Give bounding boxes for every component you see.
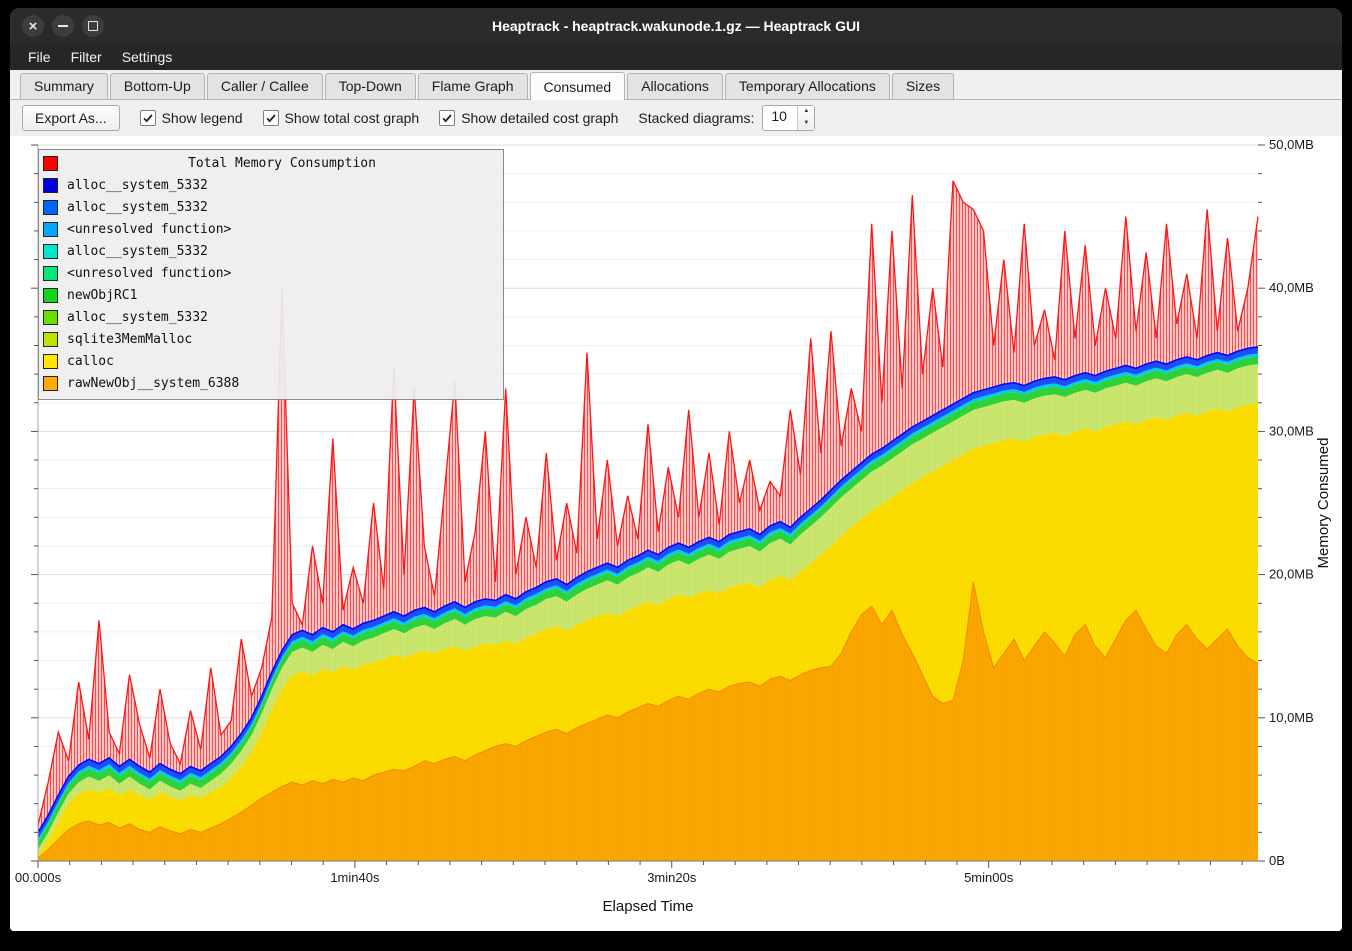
export-as-button[interactable]: Export As... [22, 105, 120, 131]
legend-item: alloc__system_5332 [43, 240, 497, 262]
x-tick-label: 00.000s [15, 870, 62, 885]
legend-item: <unresolved function> [43, 218, 497, 240]
legend-label: sqlite3MemMalloc [67, 332, 192, 347]
maximize-button[interactable] [82, 15, 104, 37]
legend-swatch-icon [43, 156, 58, 171]
legend-label: newObjRC1 [67, 288, 137, 303]
legend-item: calloc [43, 350, 497, 372]
minimize-icon [58, 25, 68, 27]
tab-allocations[interactable]: Allocations [627, 73, 723, 99]
checkbox-label: Show detailed cost graph [461, 110, 618, 126]
legend-label: alloc__system_5332 [67, 200, 208, 215]
tab-caller-callee[interactable]: Caller / Callee [207, 73, 323, 99]
legend-label: alloc__system_5332 [67, 244, 208, 259]
legend-swatch-icon [43, 244, 58, 259]
stacked-diagrams-spinbox[interactable]: 10 ▲ ▼ [762, 105, 815, 131]
legend-swatch-icon [43, 310, 58, 325]
legend-label: calloc [67, 354, 114, 369]
chart-legend: Total Memory Consumption alloc__system_53… [38, 149, 504, 400]
menu-settings[interactable]: Settings [112, 45, 183, 69]
legend-swatch-icon [43, 354, 58, 369]
legend-item: newObjRC1 [43, 284, 497, 306]
legend-swatch-icon [43, 222, 58, 237]
y-axis-title: Memory Consumed [1315, 438, 1332, 569]
x-tick-label: 3min20s [647, 870, 697, 885]
heaptrack-window: × Heaptrack - heaptrack.wakunode.1.gz — … [10, 8, 1342, 931]
legend-item: <unresolved function> [43, 262, 497, 284]
consumed-chart[interactable]: 00.000s 1min40s 3min20s 5min00s 0B 10,0MB 20,0… [10, 136, 1342, 931]
tab-consumed[interactable]: Consumed [530, 72, 626, 100]
x-tick-label: 5min00s [964, 870, 1014, 885]
legend-item: alloc__system_5332 [43, 174, 497, 196]
tab-flame-graph[interactable]: Flame Graph [418, 73, 528, 99]
legend-swatch-icon [43, 332, 58, 347]
checkbox-label: Show total cost graph [285, 110, 420, 126]
legend-item: alloc__system_5332 [43, 196, 497, 218]
menu-filter[interactable]: Filter [61, 45, 112, 69]
menu-bar: FileFilterSettings [10, 44, 1342, 70]
checkbox-box[interactable] [140, 110, 156, 126]
spin-up-button[interactable]: ▲ [798, 106, 814, 118]
spin-down-button[interactable]: ▼ [798, 118, 814, 130]
legend-item: sqlite3MemMalloc [43, 328, 497, 350]
y-tick-label: 10,0MB [1269, 710, 1314, 725]
checkbox-box[interactable] [263, 110, 279, 126]
toolbar-checkboxes: Show legend Show total cost graph Show det… [140, 110, 619, 126]
legend-item: rawNewObj__system_6388 [43, 372, 497, 394]
checkbox-label: Show legend [162, 110, 243, 126]
legend-title-row: Total Memory Consumption [43, 152, 497, 174]
menu-file[interactable]: File [18, 45, 61, 69]
legend-swatch-icon [43, 200, 58, 215]
legend-label: alloc__system_5332 [67, 178, 208, 193]
titlebar: × Heaptrack - heaptrack.wakunode.1.gz — … [10, 8, 1342, 44]
legend-label: Total Memory Consumption [67, 156, 497, 171]
tab-bar: SummaryBottom-UpCaller / CalleeTop-DownF… [10, 70, 1342, 100]
checkbox-show-total-cost-graph[interactable]: Show total cost graph [263, 110, 420, 126]
minimize-button[interactable] [52, 15, 74, 37]
y-tick-label: 30,0MB [1269, 423, 1314, 438]
tab-bottom-up[interactable]: Bottom-Up [110, 73, 205, 99]
checkbox-box[interactable] [439, 110, 455, 126]
checkbox-show-legend[interactable]: Show legend [140, 110, 243, 126]
stacked-diagrams-value: 10 [763, 106, 797, 130]
x-axis-title: Elapsed Time [603, 898, 694, 915]
y-tick-label: 50,0MB [1269, 137, 1314, 152]
legend-swatch-icon [43, 288, 58, 303]
close-icon: × [29, 18, 38, 35]
legend-item: alloc__system_5332 [43, 306, 497, 328]
y-tick-label: 20,0MB [1269, 567, 1314, 582]
y-tick-label: 0B [1269, 853, 1285, 868]
legend-swatch-icon [43, 376, 58, 391]
legend-swatch-icon [43, 178, 58, 193]
checkbox-show-detailed-cost-graph[interactable]: Show detailed cost graph [439, 110, 618, 126]
y-tick-label: 40,0MB [1269, 280, 1314, 295]
close-button[interactable]: × [22, 15, 44, 37]
window-title: Heaptrack - heaptrack.wakunode.1.gz — He… [492, 18, 860, 34]
x-tick-label: 1min40s [330, 870, 380, 885]
legend-label: alloc__system_5332 [67, 310, 208, 325]
maximize-icon [88, 21, 98, 31]
toolbar: Export As... Show legend Show total cost … [10, 100, 1342, 136]
spinner-buttons: ▲ ▼ [797, 106, 814, 130]
legend-label: <unresolved function> [67, 266, 231, 281]
tab-temporary-allocations[interactable]: Temporary Allocations [725, 73, 890, 99]
stacked-diagrams-group: Stacked diagrams: 10 ▲ ▼ [638, 105, 815, 131]
legend-label: <unresolved function> [67, 222, 231, 237]
legend-label: rawNewObj__system_6388 [67, 376, 239, 391]
legend-swatch-icon [43, 266, 58, 281]
window-controls: × [22, 15, 104, 37]
tab-summary[interactable]: Summary [20, 73, 108, 99]
tab-sizes[interactable]: Sizes [892, 73, 954, 99]
stacked-diagrams-label: Stacked diagrams: [638, 110, 754, 126]
tab-top-down[interactable]: Top-Down [325, 73, 416, 99]
